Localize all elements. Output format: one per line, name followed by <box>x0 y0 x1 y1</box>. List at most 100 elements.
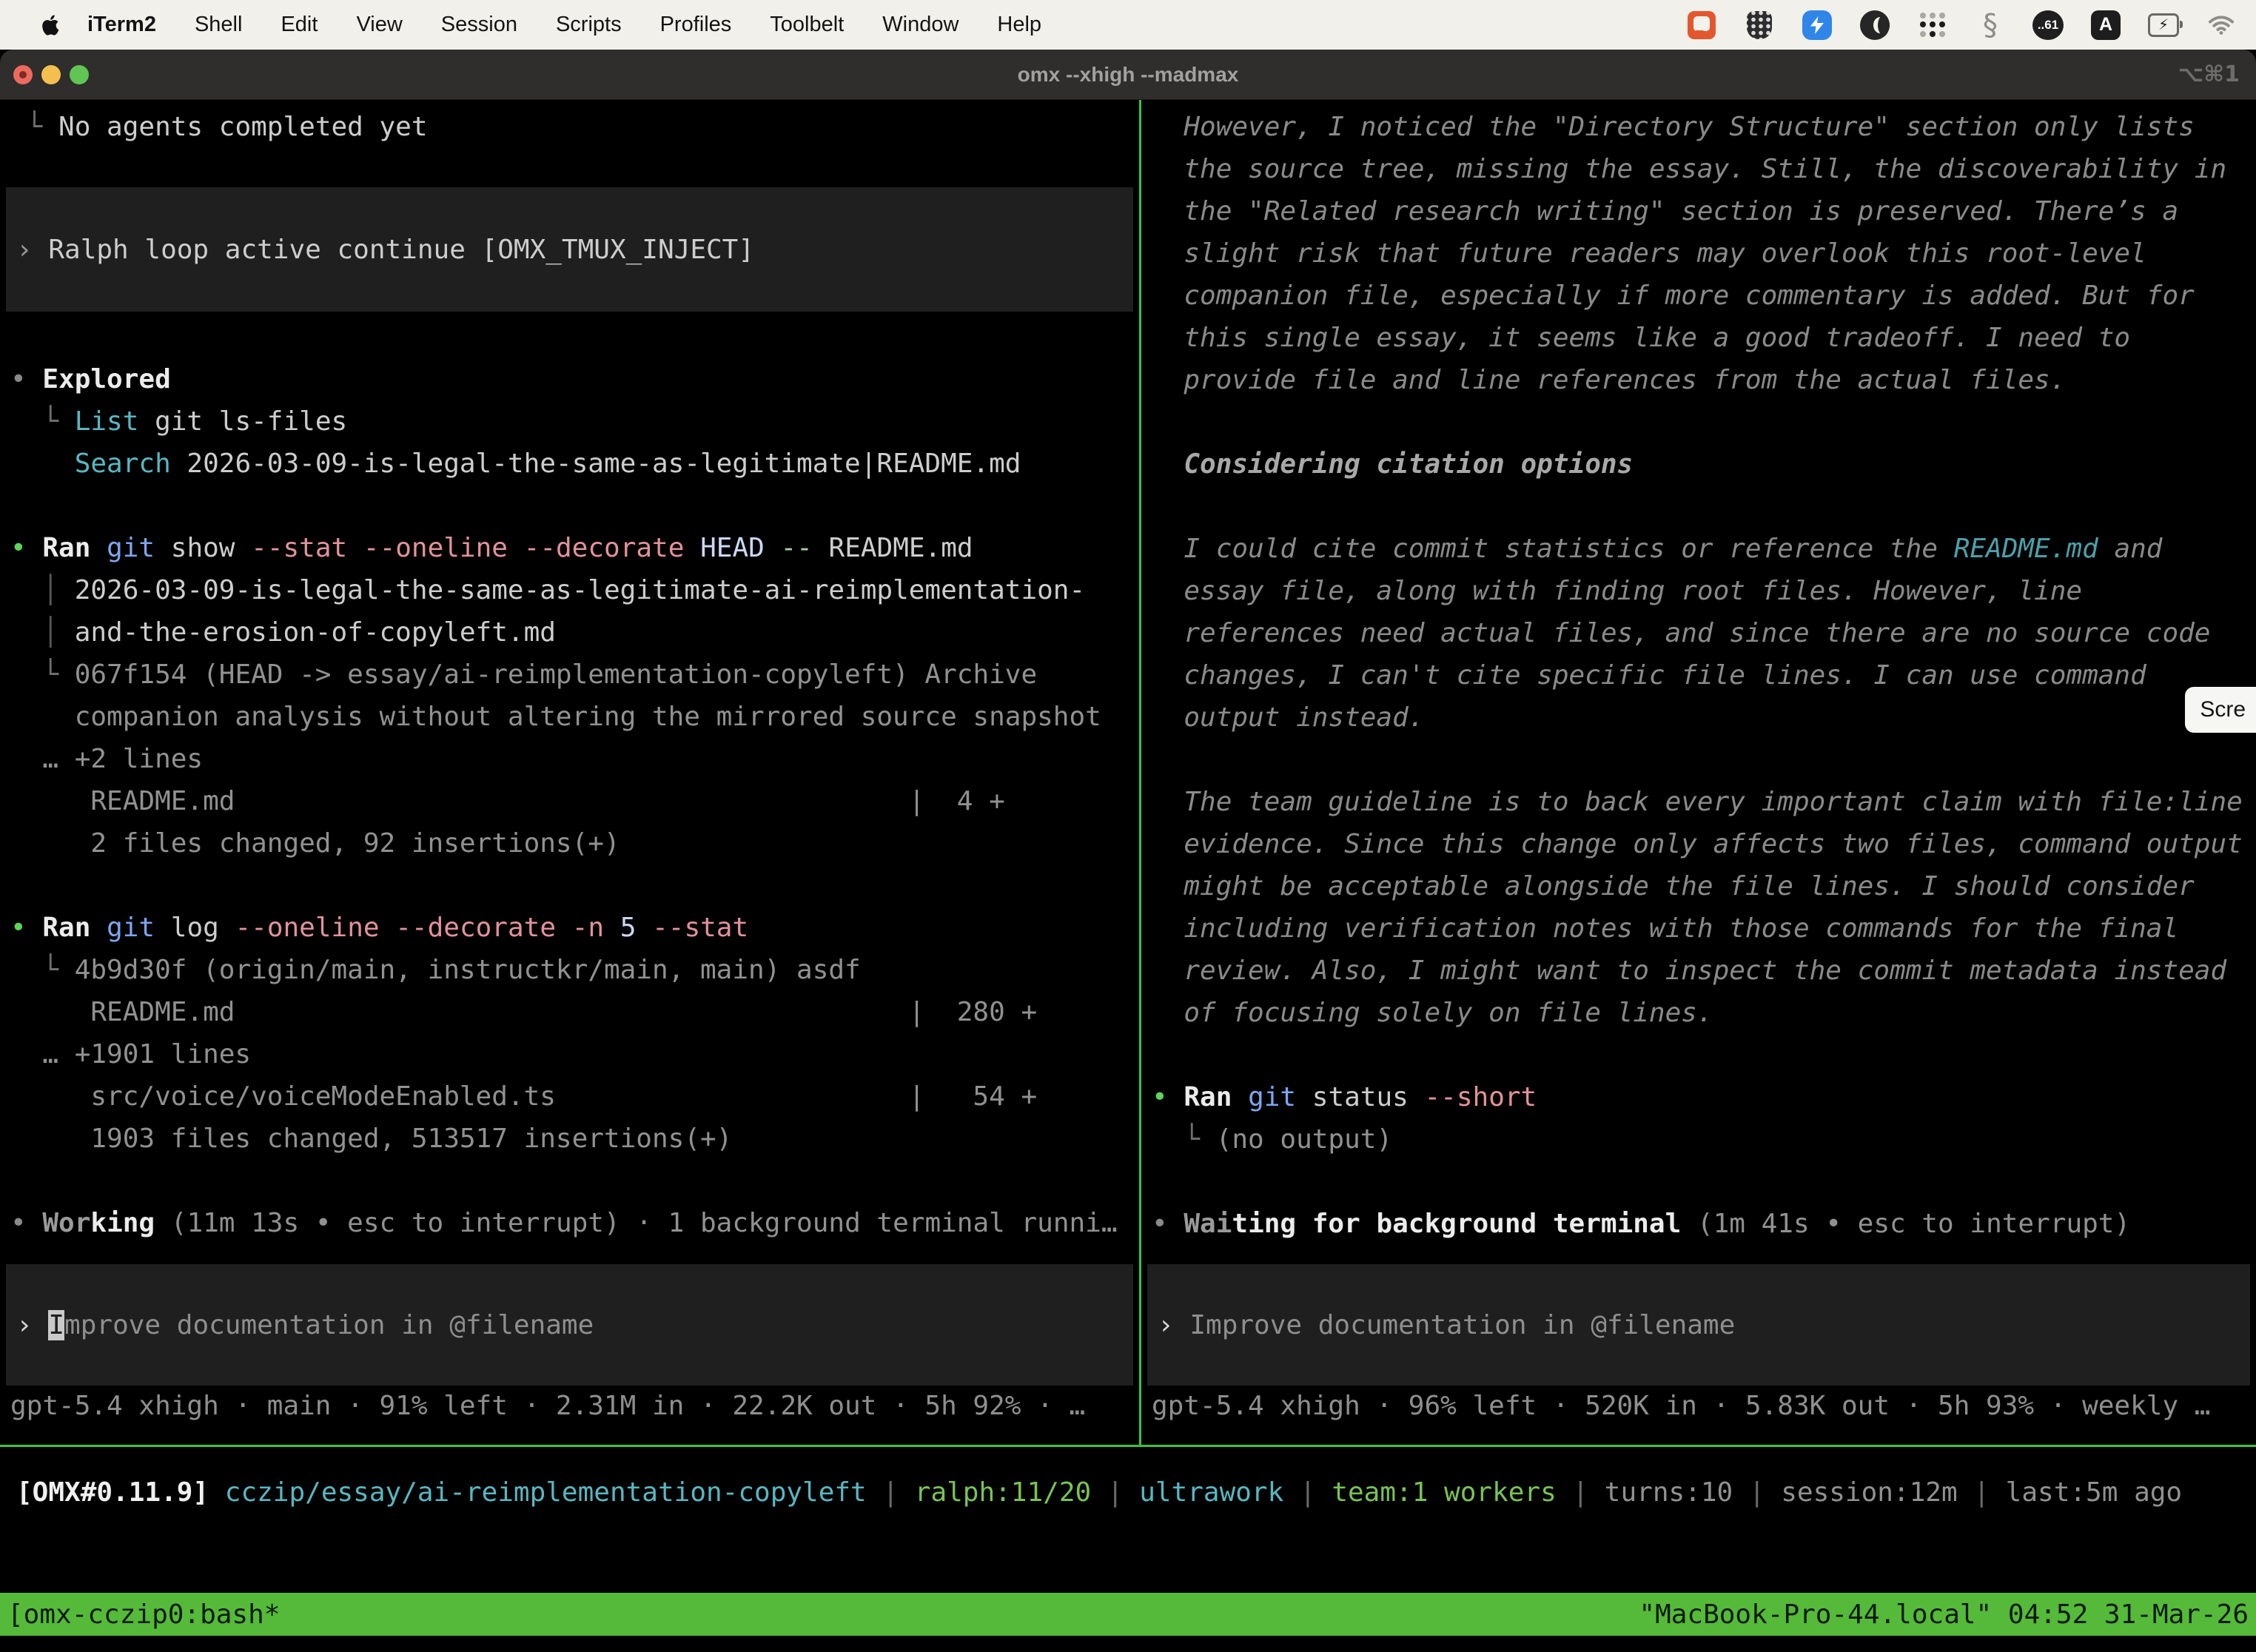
terminal-line: • Working (11m 13s • esc to interrupt) ·… <box>0 1202 1139 1244</box>
menu-item[interactable]: Shell <box>175 13 262 37</box>
hook-icon[interactable]: § <box>1975 10 2006 41</box>
placeholder-text: mprove documentation in @filename <box>64 1310 594 1340</box>
menu-item[interactable]: Toolbelt <box>751 13 863 37</box>
terminal-line: README.md | 4 + <box>0 780 1139 822</box>
terminal-line: Considering citation options <box>1141 443 2256 486</box>
left-compose-input[interactable]: › Improve documentation in @filename <box>6 1264 1133 1386</box>
menu-item[interactable]: Scripts <box>537 13 641 37</box>
wifi-icon[interactable] <box>2206 10 2237 41</box>
terminal-line: └ List git ls-files <box>0 400 1139 443</box>
crescent-icon[interactable] <box>1859 10 1890 41</box>
terminal-line <box>1141 401 2256 443</box>
right-model-status-line: gpt-5.4 xhigh · 96% left · 520K in · 5.8… <box>1141 1385 2256 1428</box>
battery-icon[interactable]: ⚡ <box>2148 10 2179 41</box>
terminal-line <box>1141 1161 2256 1203</box>
terminal-line: src/voice/voiceModeEnabled.ts | 54 + <box>0 1075 1139 1118</box>
placeholder-text: Improve documentation in @filename <box>1189 1310 1735 1340</box>
window-titlebar[interactable]: omx --xhigh --madmax ⌥⌘1 <box>0 50 2256 100</box>
terminal-line: └ 067f154 (HEAD -> essay/ai-reimplementa… <box>0 654 1139 696</box>
ralph-loop-command-box[interactable]: › Ralph loop active continue [OMX_TMUX_I… <box>6 187 1133 312</box>
terminal-line <box>1141 1034 2256 1076</box>
prompt-chevron: › <box>16 235 48 265</box>
tmux-pane-right[interactable]: However, I noticed the "Directory Struct… <box>1141 100 2256 1445</box>
terminal-line <box>0 864 1139 907</box>
dots-grid-icon[interactable] <box>1917 10 1948 41</box>
left-model-status-line: gpt-5.4 xhigh · main · 91% left · 2.31M … <box>0 1385 1139 1428</box>
terminal-line: references need actual files, and since … <box>1141 612 2256 654</box>
menu-item[interactable]: Window <box>863 13 978 37</box>
tmux-status-bar: [omx-cczip0:bash* "MacBook-Pro-44.local"… <box>0 1593 2256 1636</box>
terminal-line <box>0 1160 1139 1202</box>
iterm2-window: omx --xhigh --madmax ⌥⌘1 └ No agents com… <box>0 50 2256 1652</box>
terminal-line: 1903 files changed, 513517 insertions(+) <box>0 1118 1139 1160</box>
terminal-line: │ and-the-erosion-of-copyleft.md <box>0 611 1139 654</box>
a-app-label: A <box>2091 10 2121 40</box>
tmux-host-clock: "MacBook-Pro-44.local" 04:52 31-Mar-26 <box>1639 1599 2249 1630</box>
terminal-line <box>1141 739 2256 781</box>
terminal-line: The team guideline is to back every impo… <box>1141 781 2256 823</box>
text-cursor: I <box>48 1310 64 1340</box>
terminal-line: Search 2026-03-09-is-legal-the-same-as-l… <box>0 443 1139 485</box>
terminal-line: │ 2026-03-09-is-legal-the-same-as-legiti… <box>0 569 1139 611</box>
terminal-line: this single essay, it seems like a good … <box>1141 317 2256 359</box>
terminal-line: However, I noticed the "Directory Struct… <box>1141 106 2256 148</box>
menu-item[interactable]: Edit <box>261 13 337 37</box>
terminal-line: • Ran git status --short <box>1141 1076 2256 1118</box>
terminal-line: I could cite commit statistics or refere… <box>1141 528 2256 570</box>
menu-item[interactable]: iTerm2 <box>87 13 175 37</box>
terminal-line <box>0 485 1139 527</box>
blue-bolt-icon[interactable] <box>1802 10 1833 41</box>
terminal-line: review. Also, I might want to inspect th… <box>1141 950 2256 992</box>
terminal-line: └ (no output) <box>1141 1118 2256 1161</box>
terminal-line: including verification notes with those … <box>1141 907 2256 950</box>
terminal-line: 2 files changed, 92 insertions(+) <box>0 822 1139 864</box>
terminal-line: └ No agents completed yet <box>0 106 1139 148</box>
badge-61-icon[interactable]: ..61 <box>2032 10 2064 41</box>
tmux-pane-left[interactable]: └ No agents completed yet › Ralph loop a… <box>0 100 1139 1445</box>
pane-divider-horizontal[interactable] <box>0 1445 2256 1447</box>
terminal-line: • Ran git log --oneline --decorate -n 5 … <box>0 907 1139 949</box>
terminal-line: companion file, especially if more comme… <box>1141 275 2256 317</box>
terminal-line: • Ran git show --stat --oneline --decora… <box>0 527 1139 569</box>
screenshot-tooltip[interactable]: Scre <box>2185 687 2256 733</box>
menu-status-icons: § ..61 A ⚡ <box>1686 10 2237 41</box>
window-title: omx --xhigh --madmax <box>0 50 2256 99</box>
macos-menu-bar: iTerm2ShellEditViewSessionScriptsProfile… <box>0 0 2256 50</box>
apple-menu-icon[interactable] <box>41 15 59 36</box>
terminal-line: • Explored <box>0 358 1139 400</box>
right-compose-input[interactable]: › Improve documentation in @filename <box>1147 1264 2250 1386</box>
terminal-line: changes, I can't cite specific file line… <box>1141 654 2256 696</box>
terminal-line: README.md | 280 + <box>0 991 1139 1033</box>
menu-item[interactable]: Session <box>422 13 537 37</box>
window-shortcut-badge: ⌥⌘1 <box>2178 50 2240 99</box>
terminal-line: the source tree, missing the essay. Stil… <box>1141 148 2256 190</box>
terminal-line: [OMX#0.11.9] cczip/essay/ai-reimplementa… <box>6 1471 2256 1514</box>
menu-item[interactable]: Profiles <box>641 13 751 37</box>
menu-item[interactable]: View <box>337 13 421 37</box>
terminal-line: provide file and line references from th… <box>1141 359 2256 401</box>
terminal-line: slight risk that future readers may over… <box>1141 232 2256 275</box>
shield-grid-icon[interactable] <box>1744 10 1775 41</box>
terminal-line: output instead. <box>1141 696 2256 739</box>
a-app-icon[interactable]: A <box>2090 10 2121 41</box>
menu-items: iTerm2ShellEditViewSessionScriptsProfile… <box>87 13 1061 37</box>
terminal-line: essay file, along with finding root file… <box>1141 570 2256 612</box>
terminal-line: • Waiting for background terminal (1m 41… <box>1141 1203 2256 1245</box>
left-pane-output-lines: • Explored └ List git ls-files Search 20… <box>0 358 1139 1244</box>
terminal-line: companion analysis without altering the … <box>0 696 1139 738</box>
terminal-line: might be acceptable alongside the file l… <box>1141 865 2256 907</box>
terminal-line: evidence. Since this change only affects… <box>1141 823 2256 865</box>
omx-session-status-line: [OMX#0.11.9] cczip/essay/ai-reimplementa… <box>0 1471 2256 1514</box>
tmux-session-name: [omx-cczip0:bash* <box>7 1599 280 1630</box>
badge-61-label: ..61 <box>2032 10 2064 40</box>
terminal-line: the "Related research writing" section i… <box>1141 190 2256 232</box>
terminal-line: └ 4b9d30f (origin/main, instructkr/main,… <box>0 949 1139 991</box>
prompt-chevron: › <box>16 1310 48 1340</box>
terminal-line: … +1901 lines <box>0 1033 1139 1075</box>
messages-icon[interactable] <box>1686 10 1717 41</box>
menu-item[interactable]: Help <box>978 13 1061 37</box>
terminal-line: of focusing solely on file lines. <box>1141 992 2256 1034</box>
prompt-chevron: › <box>1158 1310 1189 1340</box>
terminal-line <box>1141 486 2256 528</box>
terminal-area: └ No agents completed yet › Ralph loop a… <box>0 100 2256 1652</box>
